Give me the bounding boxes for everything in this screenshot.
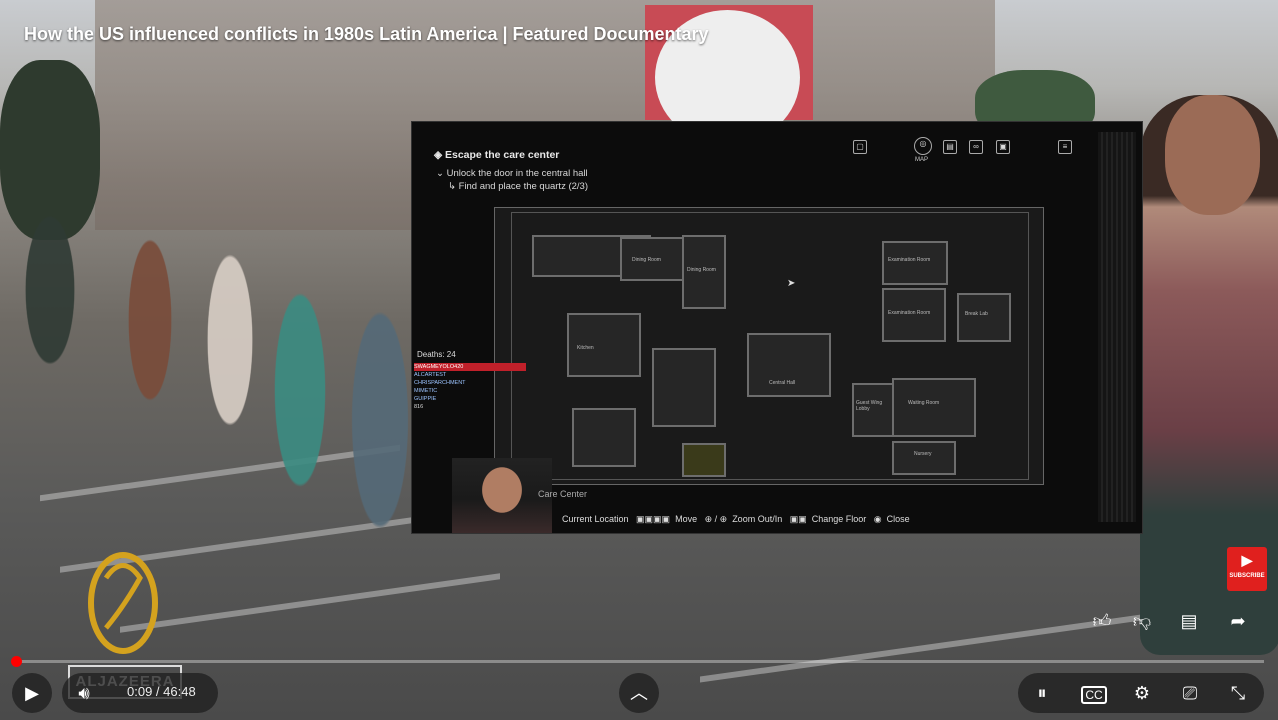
sub-objective-label: Unlock the door in the central hall	[446, 168, 588, 179]
gear-icon: ⚙	[1133, 683, 1151, 703]
link-icon: ∞	[969, 140, 983, 154]
exit-fullscreen-button[interactable]: ⤡	[1220, 675, 1256, 711]
volume-button[interactable]: 🔊︎	[66, 675, 102, 711]
map-room: Central Hall	[747, 333, 831, 397]
chevron-up-icon: ︿	[630, 683, 648, 703]
time-display: 0:09 / 46:48	[127, 684, 196, 699]
comments-button[interactable]: ▤	[1171, 603, 1207, 639]
inventory-icon: ▢	[853, 140, 867, 154]
room-label: Guest Wing Lobby	[856, 400, 883, 412]
like-button[interactable]: 👍︎	[1084, 603, 1120, 639]
move-hint: Move	[675, 514, 698, 524]
play-icon: ▶	[25, 683, 39, 703]
thumbs-down-icon: 👎︎	[1132, 611, 1152, 631]
map-icon: ◎	[914, 137, 932, 155]
sub-objective: ↳ Find and place the quartz (2/3)	[448, 181, 588, 192]
chat-line: MIMETIC	[414, 388, 438, 394]
stream-chat: SWAGMEYOLO420 ALCARTEST CHRISPARCHMENT M…	[414, 363, 526, 411]
map-room: Guest Wing Lobby	[852, 383, 896, 437]
foreground-man-head	[1165, 95, 1260, 215]
map-room: Dining Room	[682, 235, 726, 309]
chat-line: ALCARTEST	[414, 372, 447, 378]
scrubber-handle[interactable]	[11, 656, 22, 667]
map-room: Waiting Room	[892, 378, 976, 437]
subscribe-label: SUBSCRIBE	[1229, 573, 1265, 579]
map-side-panel	[1098, 132, 1136, 522]
captions-button[interactable]: CC	[1076, 675, 1112, 711]
play-button[interactable]: ▶	[14, 675, 50, 711]
map-room	[572, 408, 636, 467]
room-label: Dining Room	[687, 267, 716, 273]
subscribe-icon: ▶	[1241, 552, 1253, 568]
settings-button[interactable]: ⚙	[1124, 675, 1160, 711]
room-label: Nursery	[914, 451, 932, 457]
map-room: Examination Room	[882, 241, 948, 285]
share-icon: ➦	[1230, 611, 1246, 631]
zoom-hint: Zoom Out/In	[732, 514, 783, 524]
change-floor-hint: Change Floor	[811, 514, 867, 524]
room-label: Examination Room	[888, 310, 931, 316]
sub-objective-label: Find and place the quartz (2/3)	[458, 181, 588, 192]
map-floor: Dining Room Dining Room Kitchen Central …	[511, 212, 1029, 480]
aljazeera-logo-icon	[88, 552, 158, 654]
room-label: Waiting Room	[908, 400, 940, 406]
death-counter: Deaths: 24	[417, 350, 456, 359]
marching-crowd	[0, 170, 440, 690]
progress-bar[interactable]	[14, 660, 1264, 663]
dislike-button[interactable]: 👎︎	[1124, 603, 1160, 639]
map-room: Dining Room	[620, 237, 684, 281]
file-icon: ▤	[943, 140, 957, 154]
comment-icon: ▤	[1180, 611, 1198, 631]
map-room: Nursery	[892, 441, 956, 475]
map-location-label: Care Center	[538, 489, 588, 499]
game-overlay: ◈ Escape the care center ⌄ Unlock the do…	[411, 121, 1143, 534]
cursor-icon: ➤	[787, 278, 796, 289]
chat-line: CHRISPARCHMENT	[414, 380, 466, 386]
chat-line: GUIPPIE	[414, 396, 437, 402]
map-tab-label: MAP	[915, 157, 929, 163]
sub-objective: ⌄ Unlock the door in the central hall	[436, 168, 588, 179]
map-room: Break Lab	[957, 293, 1011, 342]
room-label: Dining Room	[632, 257, 661, 263]
thumbs-up-icon: 👍︎	[1092, 611, 1112, 631]
share-button[interactable]: ➦	[1220, 603, 1256, 639]
room-label: Examination Room	[888, 257, 931, 263]
map-controls-hint: Current Location ▣▣▣▣ Move ⊕ / ⊕ Zoom Ou…	[562, 514, 910, 524]
game-map: Dining Room Dining Room Kitchen Central …	[494, 207, 1044, 485]
video-title[interactable]: How the US influenced conflicts in 1980s…	[24, 24, 709, 45]
chat-line: 816	[414, 404, 424, 410]
objective-label: Escape the care center	[445, 149, 560, 161]
autoplay-toggle[interactable]: ⏸	[1024, 675, 1060, 711]
streamer-webcam	[452, 458, 552, 533]
chat-line: SWAGMEYOLO420	[414, 363, 526, 371]
map-room: Kitchen	[567, 313, 641, 377]
cc-icon: CC	[1081, 686, 1107, 704]
map-room	[652, 348, 716, 427]
close-hint: Close	[886, 514, 910, 524]
cast-button[interactable]: ⎚	[1172, 675, 1208, 711]
subscribe-button[interactable]: ▶ SUBSCRIBE	[1227, 547, 1267, 591]
save-icon: ▣	[996, 140, 1010, 154]
map-room-highlight	[682, 443, 726, 477]
room-label: Central Hall	[769, 380, 796, 386]
cast-icon: ⎚	[1182, 683, 1198, 703]
autoplay-toggle-icon: ⏸	[1037, 683, 1047, 703]
exit-fullscreen-icon: ⤡	[1230, 683, 1246, 703]
room-label: Break Lab	[965, 311, 988, 317]
expand-button[interactable]: ︿	[621, 675, 657, 711]
map-room: Examination Room	[882, 288, 946, 342]
current-location-hint: Current Location	[562, 514, 629, 524]
volume-icon: 🔊︎	[78, 683, 90, 703]
objective-text: ◈ Escape the care center	[434, 149, 560, 161]
room-label: Kitchen	[577, 345, 594, 351]
menu-icon: ≡	[1058, 140, 1072, 154]
